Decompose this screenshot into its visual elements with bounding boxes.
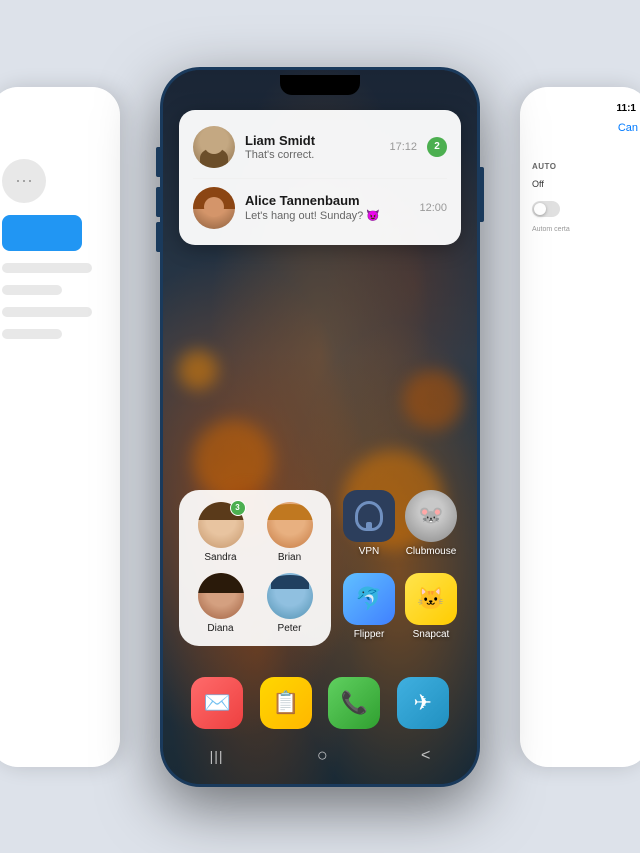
notif-name-2: Alice Tannenbaum — [245, 193, 409, 208]
app-grid: 3 Sandra Brian — [179, 490, 461, 654]
avatar-liam — [193, 126, 235, 168]
contact-item-sandra[interactable]: 3 Sandra — [191, 502, 250, 563]
avatar-alice — [193, 187, 235, 229]
flipper-label: Flipper — [354, 629, 385, 640]
app-icon-snapcat[interactable]: 🐱 Snapcat — [405, 573, 457, 646]
avatar-brian — [267, 502, 313, 548]
nav-home-button[interactable]: ○ — [317, 745, 328, 766]
app-grid-row: 3 Sandra Brian — [179, 490, 461, 646]
app-icon-vpn[interactable]: VPN — [343, 490, 395, 563]
phone-left: ··· — [0, 87, 120, 767]
cancel-button[interactable]: Can — [618, 122, 638, 134]
scene: ··· 11:1 Can AUTO Off Autom certa — [0, 0, 640, 853]
app-icon-flipper[interactable]: 🐬 Flipper — [343, 573, 395, 646]
contact-name-peter: Peter — [278, 623, 302, 634]
left-gray-line-1 — [2, 263, 92, 273]
right-option-off: Off — [528, 179, 640, 189]
notif-name-1: Liam Smidt — [245, 133, 379, 148]
vpn-shape — [355, 501, 383, 531]
bokeh-dot-3 — [403, 370, 463, 430]
left-chat-icon: ··· — [2, 159, 46, 203]
notification-item-2[interactable]: Alice Tannenbaum Let's hang out! Sunday?… — [193, 178, 447, 233]
contact-name-brian: Brian — [278, 552, 301, 563]
nav-back-button[interactable]: ||| — [210, 748, 224, 764]
snapcat-label: Snapcat — [413, 629, 450, 640]
right-toggle[interactable] — [532, 201, 560, 217]
notification-card: Liam Smidt That's correct. 17:12 2 Alice… — [179, 110, 461, 245]
snapcat-icon-img: 🐱 — [405, 573, 457, 625]
contact-item-peter[interactable]: Peter — [260, 573, 319, 634]
contact-name-sandra: Sandra — [204, 552, 236, 563]
vpn-icon-img — [343, 490, 395, 542]
dock-phone-icon[interactable]: 📞 — [328, 677, 380, 729]
notif-message-1: That's correct. — [245, 149, 379, 161]
left-gray-line-3 — [2, 307, 92, 317]
phone-right: 11:1 Can AUTO Off Autom certa — [520, 87, 640, 767]
avatar-diana — [198, 573, 244, 619]
flipper-icon-img: 🐬 — [343, 573, 395, 625]
left-gray-line-2 — [2, 285, 62, 295]
phone-center: Liam Smidt That's correct. 17:12 2 Alice… — [160, 67, 480, 787]
left-gray-line-4 — [2, 329, 62, 339]
avatar-peter — [267, 573, 313, 619]
dock-mail-icon[interactable]: ✉️ — [191, 677, 243, 729]
dock-notes-icon[interactable]: 📋 — [260, 677, 312, 729]
nav-bar: ||| ○ < — [163, 736, 477, 776]
apps-right: VPN 🐭 Clubmouse — [343, 490, 457, 646]
vpn-label: VPN — [359, 546, 380, 557]
notif-message-2: Let's hang out! Sunday? 😈 — [245, 209, 409, 222]
bokeh-dot-5 — [178, 350, 218, 390]
phone-screen: Liam Smidt That's correct. 17:12 2 Alice… — [163, 70, 477, 784]
notif-content-2: Alice Tannenbaum Let's hang out! Sunday?… — [245, 193, 409, 222]
notif-time-2: 12:00 — [419, 202, 447, 214]
contacts-widget: 3 Sandra Brian — [179, 490, 331, 646]
dock-telegram-icon[interactable]: ✈ — [397, 677, 449, 729]
notification-item-1[interactable]: Liam Smidt That's correct. 17:12 2 — [193, 122, 447, 172]
notif-time-1: 17:12 — [389, 141, 417, 153]
bokeh-dot-1 — [193, 420, 273, 500]
clubmouse-label: Clubmouse — [406, 546, 457, 557]
contact-badge-sandra: 3 — [230, 500, 246, 516]
notif-badge-1: 2 — [427, 137, 447, 157]
right-time: 11:1 — [528, 103, 640, 114]
clubmouse-icon-img: 🐭 — [405, 490, 457, 542]
notif-content-1: Liam Smidt That's correct. — [245, 133, 379, 161]
left-blue-block — [2, 215, 82, 251]
right-section-title: AUTO — [528, 162, 640, 171]
right-desc: Autom certa — [528, 225, 640, 235]
dock: ✉️ 📋 📞 ✈ — [183, 677, 457, 729]
notch — [280, 75, 360, 95]
nav-recent-button[interactable]: < — [421, 747, 430, 765]
contact-name-diana: Diana — [207, 623, 233, 634]
contact-item-diana[interactable]: Diana — [191, 573, 250, 634]
app-icon-clubmouse[interactable]: 🐭 Clubmouse — [405, 490, 457, 563]
status-bar — [163, 70, 477, 100]
phone-frame: Liam Smidt That's correct. 17:12 2 Alice… — [160, 67, 480, 787]
contact-item-brian[interactable]: Brian — [260, 502, 319, 563]
